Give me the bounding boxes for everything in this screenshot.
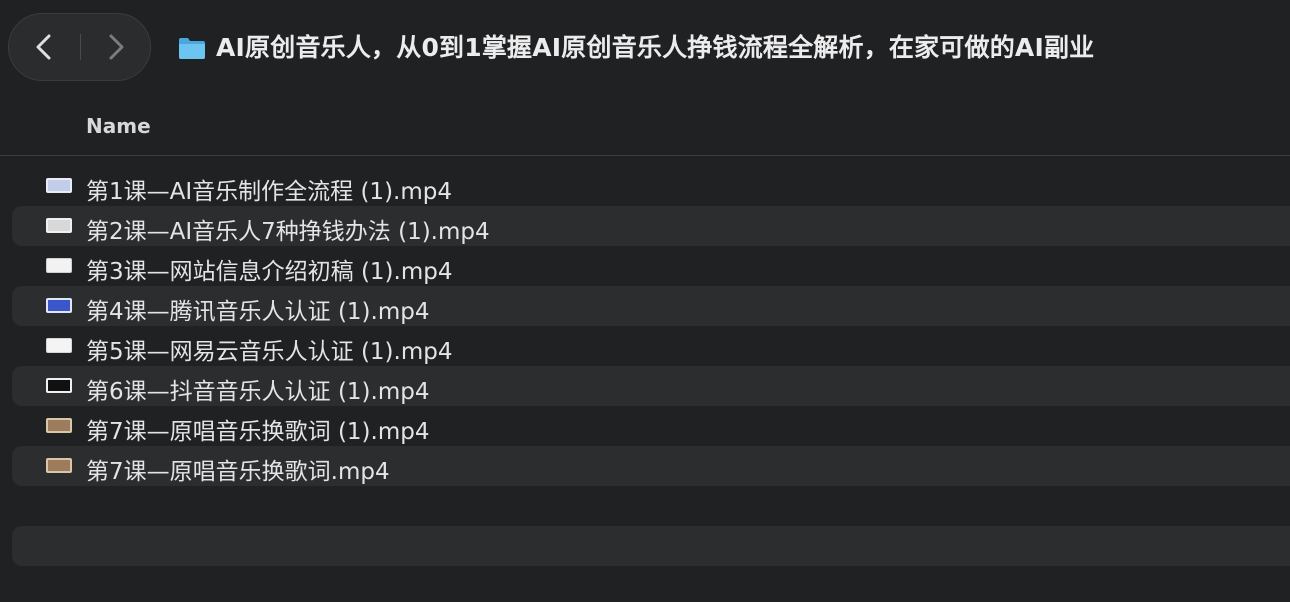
empty-row — [12, 486, 1290, 526]
folder-icon — [179, 38, 205, 59]
file-name: 第4课—腾讯音乐人认证 (1).mp4 — [86, 299, 430, 325]
file-name: 第3课—网站信息介绍初稿 (1).mp4 — [86, 259, 453, 285]
file-row[interactable]: 第4课—腾讯音乐人认证 (1).mp4 — [12, 286, 1290, 326]
column-header: Name — [0, 100, 1290, 156]
video-thumbnail-icon — [46, 178, 72, 193]
video-thumbnail-icon — [46, 418, 72, 433]
file-row[interactable]: 第7课—原唱音乐换歌词 (1).mp4 — [12, 406, 1290, 446]
file-row[interactable]: 第7课—原唱音乐换歌词.mp4 — [12, 446, 1290, 486]
video-thumbnail-icon — [46, 458, 72, 473]
file-name: 第6课—抖音音乐人认证 (1).mp4 — [86, 379, 430, 405]
chevron-right-icon — [109, 34, 124, 60]
window-title: AI原创音乐人，从0到1掌握AI原创音乐人挣钱流程全解析，在家可做的AI副业 — [216, 33, 1095, 62]
file-name: 第2课—AI音乐人7种挣钱办法 (1).mp4 — [86, 219, 490, 245]
file-name: 第7课—原唱音乐换歌词 (1).mp4 — [86, 419, 430, 445]
video-thumbnail-icon — [46, 338, 72, 353]
file-row[interactable]: 第6课—抖音音乐人认证 (1).mp4 — [12, 366, 1290, 406]
file-name: 第5课—网易云音乐人认证 (1).mp4 — [86, 339, 453, 365]
chevron-left-icon — [36, 34, 51, 60]
video-thumbnail-icon — [46, 378, 72, 393]
file-list: 第1课—AI音乐制作全流程 (1).mp4 第2课—AI音乐人7种挣钱办法 (1… — [12, 166, 1290, 566]
video-thumbnail-icon — [46, 218, 72, 233]
file-name: 第7课—原唱音乐换歌词.mp4 — [86, 459, 390, 485]
video-thumbnail-icon — [46, 298, 72, 313]
file-row[interactable]: 第2课—AI音乐人7种挣钱办法 (1).mp4 — [12, 206, 1290, 246]
video-thumbnail-icon — [46, 258, 72, 273]
navigation-group — [8, 13, 151, 81]
name-column-header[interactable]: Name — [86, 114, 151, 138]
empty-row — [12, 526, 1290, 566]
file-row[interactable]: 第3课—网站信息介绍初稿 (1).mp4 — [12, 246, 1290, 286]
file-row[interactable]: 第5课—网易云音乐人认证 (1).mp4 — [12, 326, 1290, 366]
file-row[interactable]: 第1课—AI音乐制作全流程 (1).mp4 — [12, 166, 1290, 206]
forward-button[interactable] — [81, 14, 151, 80]
back-button[interactable] — [9, 14, 79, 80]
toolbar: AI原创音乐人，从0到1掌握AI原创音乐人挣钱流程全解析，在家可做的AI副业 — [0, 0, 1290, 96]
file-name: 第1课—AI音乐制作全流程 (1).mp4 — [86, 179, 452, 205]
